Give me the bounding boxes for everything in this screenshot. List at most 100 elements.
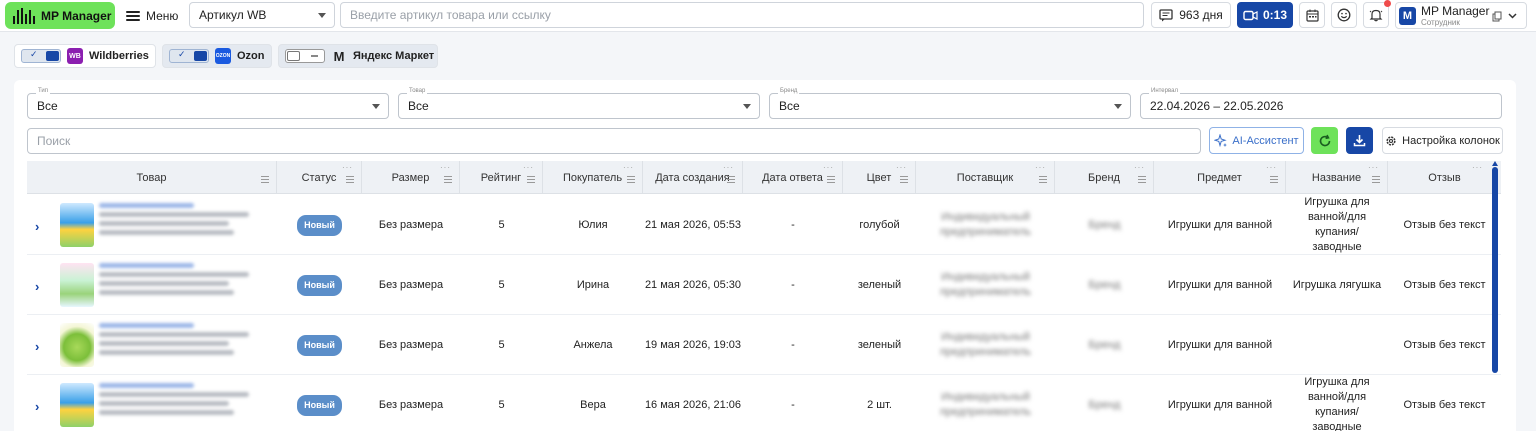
column-settings-button[interactable]: Настройка колонок [1382,127,1503,154]
smile-button[interactable] [1331,2,1357,28]
title-text: Игрушка лягушка [1292,278,1382,291]
product-thumbnail[interactable] [60,263,94,307]
color-text: голубой [859,218,900,231]
download-button[interactable] [1346,127,1373,154]
article-type-select[interactable]: Артикул WB [189,2,335,28]
marketplace-toggle-yandex[interactable]: M Яндекс Маркет [278,44,438,68]
marketplace-toggle-wildberries[interactable]: ✓ WB Wildberries [14,44,156,68]
table-row[interactable]: › Новый Без размера 5 Вера 16 мая 2026, 21:06… [27,375,1501,431]
column-header-supplier[interactable]: Поставщик ··· [916,161,1055,194]
notification-dot [1384,0,1391,7]
cell-status: Новый [277,375,362,431]
menu-button[interactable]: Меню [120,3,183,28]
filter-value: 22.04.2026 – 22.05.2026 [1150,99,1284,113]
cell-subject: Игрушки для ванной [1154,375,1286,431]
table-row[interactable]: › Новый Без размера 5 Анжела 19 мая 2026, 19:… [27,315,1501,375]
column-menu-icon[interactable] [900,176,908,183]
toggle-switch[interactable]: ✓ [21,49,61,63]
filter-product[interactable]: Товар Все [398,88,760,119]
reviews-search-input[interactable] [27,128,1201,154]
column-header-color[interactable]: Цвет ··· [843,161,916,194]
cell-brand: Бренд [1055,195,1154,255]
filter-label: Бренд [778,88,800,94]
column-menu-icon[interactable] [261,176,269,183]
expand-row-icon[interactable]: › [35,219,39,234]
column-header-subject[interactable]: Предмет ··· [1154,161,1286,194]
table-row[interactable]: › Новый Без размера 5 Юлия 21 мая 2026, 05:53… [27,195,1501,255]
column-menu-icon[interactable] [1372,176,1380,183]
column-header-brand[interactable]: Бренд ··· [1055,161,1154,194]
toggle-switch[interactable]: ✓ [169,49,209,63]
article-search-input[interactable] [340,2,1144,28]
refresh-button[interactable] [1311,127,1338,154]
toggle-switch[interactable] [285,49,325,63]
marketplace-toggle-ozon[interactable]: ✓ OZON Ozon [162,44,272,68]
column-menu-icon[interactable] [444,176,452,183]
user-role: Сотрудник [1421,18,1460,27]
column-header-answered[interactable]: Дата ответа ··· [743,161,843,194]
column-title: Покупатель [562,171,623,184]
yandex-market-icon: M [333,48,345,64]
expand-row-icon[interactable]: › [35,339,39,354]
column-menu-icon[interactable] [627,176,635,183]
table-scrollbar[interactable] [1492,167,1498,373]
smile-icon [1337,8,1351,22]
expand-row-icon[interactable]: › [35,279,39,294]
user-menu[interactable]: M MP Manager Сотрудник [1395,2,1527,29]
answered-text: - [791,278,795,291]
column-menu-icon[interactable] [1039,176,1047,183]
cell-size: Без размера [362,375,460,431]
column-menu-icon[interactable] [727,176,735,183]
app-logo[interactable]: MP Manager [5,2,115,29]
cell-created: 21 мая 2026, 05:30 [643,255,743,315]
filter-label: Товар [407,88,428,94]
column-header-title[interactable]: Название ··· [1286,161,1388,194]
timer-text: 0:13 [1262,8,1288,22]
product-thumbnail[interactable] [60,323,94,367]
created-text: 21 мая 2026, 05:53 [644,218,742,231]
column-header-size[interactable]: Размер ··· [362,161,460,194]
product-thumbnail[interactable] [60,383,94,427]
marketplace-name: Wildberries [89,50,149,62]
column-title: Название [1311,171,1362,184]
filter-brand[interactable]: Бренд Все [769,88,1131,119]
cell-rating: 5 [460,375,543,431]
column-header-review[interactable]: Отзыв ··· [1388,161,1501,194]
column-menu-icon[interactable] [1270,176,1278,183]
subject-text: Игрушки для ванной [1167,398,1273,411]
subscription-days-badge[interactable]: 963 дня [1151,2,1231,28]
expand-row-icon[interactable]: › [35,399,39,414]
column-header-buyer[interactable]: Покупатель ··· [543,161,643,194]
reviews-table: Товар Статус ··· Размер ··· Рейтинг ··· Пок… [27,161,1501,431]
calendar-button[interactable] [1299,2,1325,28]
cell-buyer: Вера [543,375,643,431]
product-thumbnail[interactable] [60,203,94,247]
column-header-rating[interactable]: Рейтинг ··· [460,161,543,194]
status-badge: Новый [297,214,342,236]
column-header-product[interactable]: Товар [27,161,277,194]
column-menu-icon[interactable] [346,176,354,183]
filter-type[interactable]: Тип Все [27,88,389,119]
column-title: Бренд [1088,171,1120,184]
column-title: Рейтинг [480,171,522,184]
column-header-status[interactable]: Статус ··· [277,161,362,194]
product-info-redacted [99,200,259,252]
copy-icon[interactable] [1492,11,1502,22]
filter-interval[interactable]: Интервал 22.04.2026 – 22.05.2026 [1140,88,1502,119]
column-header-created[interactable]: Дата создания ··· [643,161,743,194]
cell-buyer: Юлия [543,195,643,255]
scroll-up-arrow[interactable] [1492,161,1498,166]
chevron-down-icon[interactable] [1508,11,1517,20]
column-menu-icon[interactable] [1138,176,1146,183]
answered-text: - [791,218,795,231]
video-timer-button[interactable]: 0:13 [1237,2,1293,28]
calendar-icon [1305,9,1319,22]
color-text: зеленый [857,278,902,291]
column-menu-icon[interactable] [527,176,535,183]
ai-assistant-button[interactable]: AI-Ассистент [1209,127,1304,154]
column-menu-icon[interactable] [827,176,835,183]
wildberries-icon: WB [67,48,83,64]
table-row[interactable]: › Новый Без размера 5 Ирина 21 мая 2026, 05:3… [27,255,1501,315]
supplier-redacted: Индивидуальный предприниматель [939,391,1032,418]
subject-text: Игрушки для ванной [1167,218,1273,231]
